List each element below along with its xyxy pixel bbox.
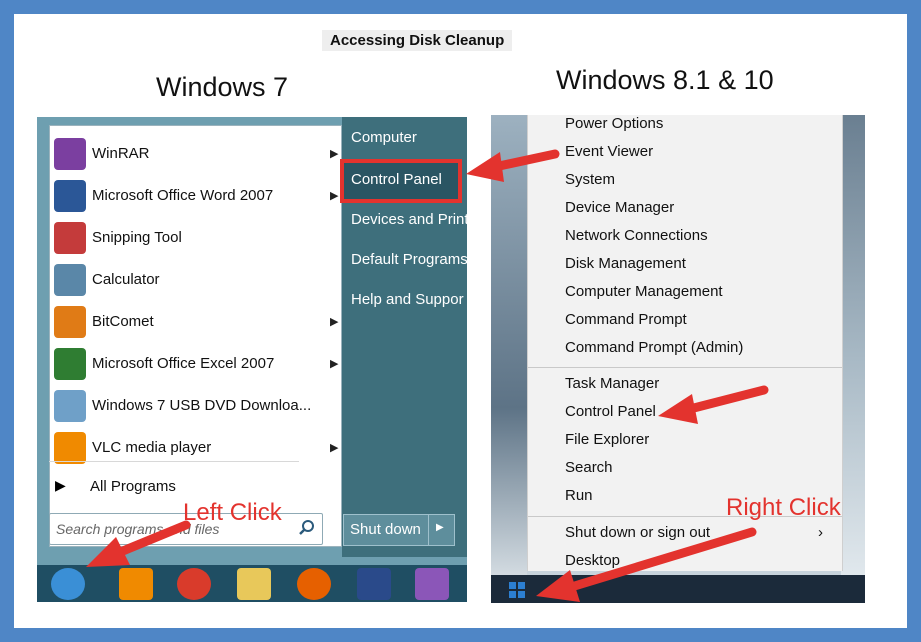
arrow-to-control-panel-w7 — [466, 149, 560, 182]
program-label: Microsoft Office Word 2007 — [92, 187, 274, 204]
vlc-icon — [54, 432, 86, 464]
windows-7-heading: Windows 7 — [156, 72, 289, 102]
divider — [49, 461, 299, 462]
submenu-arrow-icon: ▶ — [330, 442, 339, 454]
menu-item[interactable]: Computer Management — [565, 283, 723, 300]
shutdown-label: Shut down — [350, 521, 421, 538]
menu-item[interactable]: Run — [565, 487, 593, 504]
desktop-background — [841, 115, 865, 603]
submenu-arrow-icon: ▶ — [330, 358, 339, 370]
start-menu-link[interactable]: Control Panel — [351, 171, 442, 188]
menu-item[interactable]: Control Panel — [565, 403, 656, 420]
search-icon — [299, 520, 314, 535]
shutdown-button[interactable]: Shut down ▶ — [343, 514, 455, 546]
windows-8-heading: Windows 8.1 & 10 — [556, 65, 774, 95]
photoshop-icon[interactable] — [357, 568, 391, 600]
arrow-to-start-button — [536, 527, 757, 602]
program-label: Microsoft Office Excel 2007 — [92, 355, 275, 372]
menu-item[interactable]: Device Manager — [565, 199, 674, 216]
menu-separator — [528, 367, 842, 368]
folder-icon[interactable] — [237, 568, 271, 600]
program-label: VLC media player — [92, 439, 212, 456]
program-item[interactable]: Windows 7 USB DVD Downloa... — [50, 386, 341, 426]
submenu-arrow-icon: ▶ — [330, 316, 339, 328]
windows-start-icon[interactable] — [509, 582, 525, 598]
program-item[interactable]: Snipping Tool — [50, 218, 341, 258]
menu-item[interactable]: Command Prompt — [565, 311, 687, 328]
menu-item[interactable]: Event Viewer — [565, 143, 653, 160]
start-menu-link[interactable]: Default Programs — [351, 251, 467, 268]
program-item[interactable]: VLC media player ▶ — [50, 428, 341, 468]
submenu-arrow-icon: ▶ — [330, 190, 339, 202]
start-menu-link[interactable]: Devices and Print — [351, 211, 467, 228]
scissors-icon — [54, 222, 86, 254]
right-click-note: Right Click — [726, 494, 841, 521]
word-icon — [54, 180, 86, 212]
submenu-arrow-icon: ▶ — [330, 148, 339, 160]
chevron-right-icon: › — [818, 524, 823, 541]
arrow-to-control-panel-w8 — [658, 385, 769, 424]
start-menu-link[interactable]: Computer — [351, 129, 417, 146]
start-orb-icon[interactable] — [51, 568, 85, 600]
left-click-note: Left Click — [183, 499, 282, 526]
arrow-to-start-orb — [86, 520, 191, 567]
program-item[interactable]: Microsoft Office Word 2007 ▶ — [50, 176, 341, 216]
triangle-right-icon: ▶ — [55, 477, 66, 493]
desktop-background — [491, 115, 527, 603]
menu-item[interactable]: Search — [565, 459, 613, 476]
menu-item[interactable]: Disk Management — [565, 255, 686, 272]
program-label: WinRAR — [92, 145, 150, 162]
program-item[interactable]: Calculator — [50, 260, 341, 300]
program-item[interactable]: WinRAR ▶ — [50, 134, 341, 174]
menu-item[interactable]: Network Connections — [565, 227, 708, 244]
firefox-icon[interactable] — [297, 568, 331, 600]
menu-item[interactable]: System — [565, 171, 615, 188]
page-title: Accessing Disk Cleanup — [322, 30, 513, 51]
menu-item[interactable]: Task Manager — [565, 375, 659, 392]
chevron-right-icon: ▶ — [436, 522, 444, 533]
program-label: Windows 7 USB DVD Downloa... — [92, 397, 312, 414]
all-programs-item[interactable]: ▶ All Programs — [45, 474, 305, 502]
program-label: Calculator — [92, 271, 160, 288]
bitcomet-icon — [54, 306, 86, 338]
excel-icon — [54, 348, 86, 380]
program-item[interactable]: BitComet ▶ — [50, 302, 341, 342]
divider — [428, 515, 429, 545]
program-label: BitComet — [92, 313, 154, 330]
start-menu-link[interactable]: Help and Suppor — [351, 291, 464, 308]
calculator-icon — [54, 264, 86, 296]
program-label: Snipping Tool — [92, 229, 182, 246]
usb-dvd-tool-icon — [54, 390, 86, 422]
all-programs-label: All Programs — [90, 478, 176, 495]
menu-item[interactable]: Command Prompt (Admin) — [565, 339, 743, 356]
menu-item[interactable]: Power Options — [565, 115, 663, 132]
yahoo-messenger-icon[interactable] — [415, 568, 449, 600]
menu-item[interactable]: File Explorer — [565, 431, 649, 448]
program-item[interactable]: Microsoft Office Excel 2007 ▶ — [50, 344, 341, 384]
winrar-icon — [54, 138, 86, 170]
